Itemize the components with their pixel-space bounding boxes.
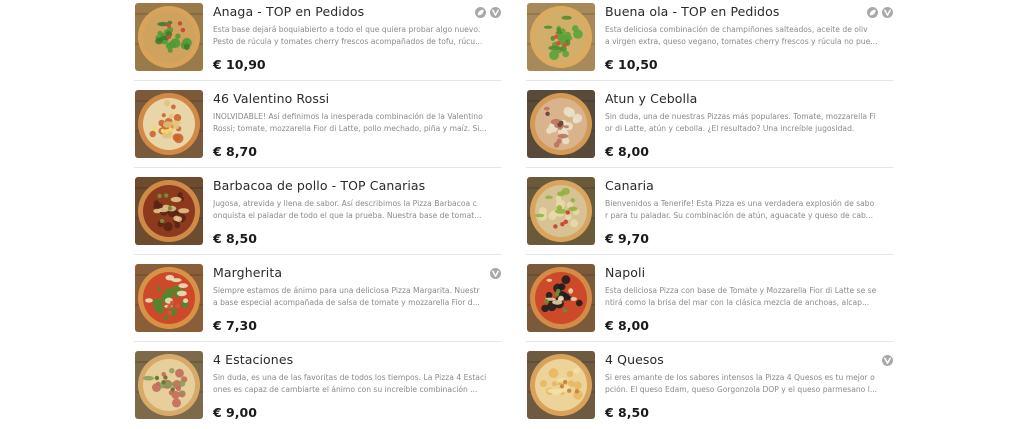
product-name[interactable]: Anaga - TOP en Pedidos bbox=[213, 4, 364, 19]
product-description-line-2: ntirá como la brisa del mar con la clási… bbox=[605, 297, 870, 307]
card-divider bbox=[526, 254, 893, 255]
product-name[interactable]: Buena ola - TOP en Pedidos bbox=[605, 4, 779, 19]
dietary-badges bbox=[475, 7, 501, 18]
product-card-3[interactable]: Canaria Bienvenidos a Tenerife! Esta Piz… bbox=[526, 177, 893, 264]
card-divider bbox=[526, 80, 893, 81]
pizza-thumbnail[interactable] bbox=[135, 3, 203, 71]
product-description-line-2: or di Latte, atún y cebolla. ¿El resulta… bbox=[605, 123, 855, 133]
pizza-thumbnail[interactable] bbox=[527, 177, 595, 245]
product-card-5[interactable]: 4 Quesos Si eres amante de los sabores i… bbox=[526, 351, 893, 429]
product-card-1[interactable]: Buena ola - TOP en Pedidos Esta delicios… bbox=[526, 3, 893, 90]
product-description: Bienvenidos a Tenerife! Esta Pizza es un… bbox=[605, 198, 893, 222]
product-card-1[interactable]: Anaga - TOP en Pedidos Esta base dejará … bbox=[134, 3, 501, 90]
product-card-3[interactable]: Barbacoa de pollo - TOP Canarias Jugosa,… bbox=[134, 177, 501, 264]
product-description-line-1: Sin duda, una de nuestras Pizzas más pop… bbox=[605, 112, 876, 121]
product-description-line-2: a virgen extra, queso vegano, tomates ch… bbox=[605, 36, 878, 46]
product-description: Esta base dejará boquiabierto a todo el … bbox=[213, 24, 501, 48]
dietary-badges bbox=[867, 7, 893, 18]
product-description-line-2: Pesto de rúcula y tomates cherry frescos… bbox=[213, 36, 483, 46]
product-price: € 8,70 bbox=[213, 144, 257, 159]
product-description-line-2: onquista el paladar de todo el que la pr… bbox=[213, 210, 482, 220]
leaf-icon bbox=[475, 7, 486, 18]
product-description-line-1: Esta base dejará boquiabierto a todo el … bbox=[213, 25, 481, 34]
vegan-icon bbox=[490, 268, 501, 279]
vegan-icon bbox=[490, 7, 501, 18]
vegan-icon bbox=[882, 355, 893, 366]
product-card-5[interactable]: 4 Estaciones Sin duda, es una de las fav… bbox=[134, 351, 501, 429]
product-price: € 8,00 bbox=[605, 144, 649, 159]
product-price: € 8,00 bbox=[605, 318, 649, 333]
product-name[interactable]: Barbacoa de pollo - TOP Canarias bbox=[213, 178, 425, 193]
dietary-badges bbox=[490, 268, 501, 279]
product-name[interactable]: Canaria bbox=[605, 178, 654, 193]
pizza-thumbnail[interactable] bbox=[527, 90, 595, 158]
product-description: Esta deliciosa Pizza con base de Tomate … bbox=[605, 285, 893, 309]
product-price: € 10,90 bbox=[213, 57, 266, 72]
dietary-badges bbox=[882, 355, 893, 366]
product-description-line-1: Siempre estamos de ánimo para una delici… bbox=[213, 286, 480, 295]
product-card-2[interactable]: Atun y Cebolla Sin duda, una de nuestras… bbox=[526, 90, 893, 177]
product-description-line-2: a base especial acompañada de salsa de t… bbox=[213, 297, 480, 307]
vegan-icon bbox=[882, 7, 893, 18]
product-description: Sin duda, una de nuestras Pizzas más pop… bbox=[605, 111, 893, 135]
product-name[interactable]: Napoli bbox=[605, 265, 645, 280]
product-price: € 10,50 bbox=[605, 57, 658, 72]
product-description-line-1: INOLVIDABLE! Así definimos la inesperada… bbox=[213, 112, 483, 121]
product-description-line-2: pción. El queso Edam, queso Gorgonzola D… bbox=[605, 384, 878, 394]
card-divider bbox=[526, 341, 893, 342]
pizza-thumbnail[interactable] bbox=[135, 351, 203, 419]
product-description-line-2: ones es capaz de cambiarte el ánimo con … bbox=[213, 384, 478, 394]
product-description: Jugosa, atrevida y llena de sabor. Así d… bbox=[213, 198, 501, 222]
product-card-4[interactable]: Margherita Siempre estamos de ánimo para… bbox=[134, 264, 501, 351]
pizza-thumbnail[interactable] bbox=[135, 177, 203, 245]
pizza-thumbnail[interactable] bbox=[527, 264, 595, 332]
product-description: Siempre estamos de ánimo para una delici… bbox=[213, 285, 501, 309]
product-name[interactable]: Margherita bbox=[213, 265, 282, 280]
product-price: € 8,50 bbox=[213, 231, 257, 246]
product-card-4[interactable]: Napoli Esta deliciosa Pizza con base de … bbox=[526, 264, 893, 351]
product-description: Si eres amante de los sabores intensos l… bbox=[605, 372, 893, 396]
product-price: € 9,70 bbox=[605, 231, 649, 246]
product-name[interactable]: 46 Valentino Rossi bbox=[213, 91, 329, 106]
leaf-icon bbox=[867, 7, 878, 18]
product-description: INOLVIDABLE! Así definimos la inesperada… bbox=[213, 111, 501, 135]
pizza-thumbnail[interactable] bbox=[135, 264, 203, 332]
product-price: € 7,30 bbox=[213, 318, 257, 333]
pizza-thumbnail[interactable] bbox=[135, 90, 203, 158]
product-name[interactable]: 4 Quesos bbox=[605, 352, 664, 367]
product-name[interactable]: 4 Estaciones bbox=[213, 352, 293, 367]
card-divider bbox=[134, 341, 501, 342]
product-description-line-1: Bienvenidos a Tenerife! Esta Pizza es un… bbox=[605, 199, 875, 208]
product-description-line-2: r para tu paladar. Su combinación de atú… bbox=[605, 210, 874, 220]
product-description-line-1: Si eres amante de los sabores intensos l… bbox=[605, 373, 875, 382]
product-description-line-1: Jugosa, atrevida y llena de sabor. Así d… bbox=[213, 199, 477, 208]
card-divider bbox=[134, 167, 501, 168]
product-description: Sin duda, es una de las favoritas de tod… bbox=[213, 372, 501, 396]
product-description-line-1: Esta deliciosa Pizza con base de Tomate … bbox=[605, 286, 877, 295]
product-name[interactable]: Atun y Cebolla bbox=[605, 91, 697, 106]
product-description-line-1: Esta deliciosa combinación de champiñone… bbox=[605, 25, 868, 34]
card-divider bbox=[134, 254, 501, 255]
card-divider bbox=[526, 167, 893, 168]
pizza-thumbnail[interactable] bbox=[527, 351, 595, 419]
card-divider bbox=[134, 80, 501, 81]
product-price: € 9,00 bbox=[213, 405, 257, 420]
product-description: Esta deliciosa combinación de champiñone… bbox=[605, 24, 893, 48]
product-description-line-2: Rossi; tomate, mozzarella Fior di Latte,… bbox=[213, 123, 487, 133]
pizza-thumbnail[interactable] bbox=[527, 3, 595, 71]
product-price: € 8,50 bbox=[605, 405, 649, 420]
product-card-2[interactable]: 46 Valentino Rossi INOLVIDABLE! Así defi… bbox=[134, 90, 501, 177]
product-description-line-1: Sin duda, es una de las favoritas de tod… bbox=[213, 373, 487, 382]
